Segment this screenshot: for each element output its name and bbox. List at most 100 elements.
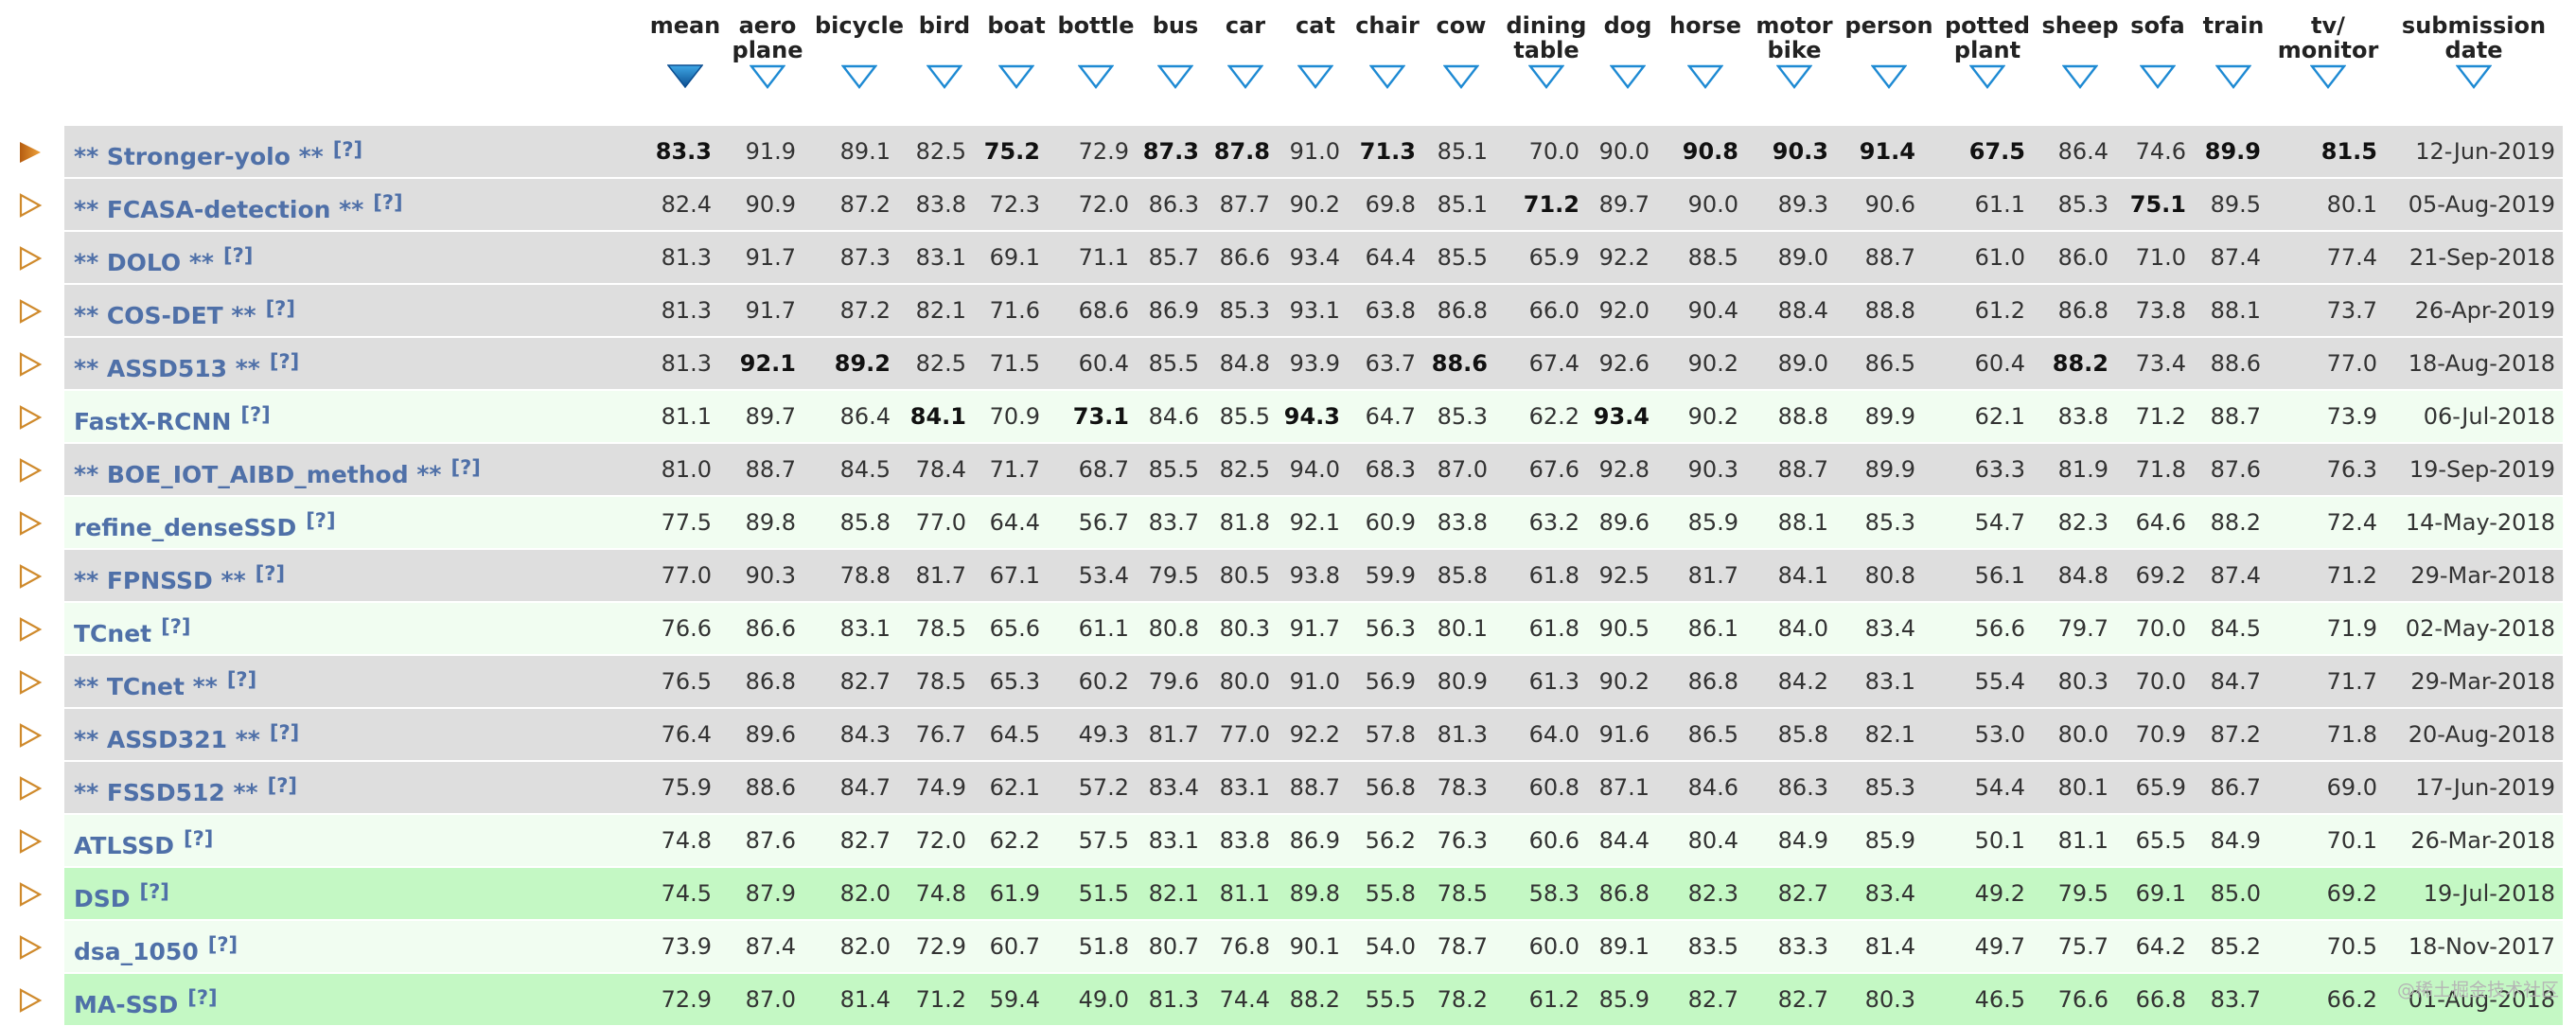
method-info-link[interactable]: [?]	[373, 191, 402, 214]
sort-arrow-icon[interactable]	[841, 64, 877, 89]
sort-arrow-icon[interactable]	[1610, 64, 1646, 89]
method-info-link[interactable]: [?]	[161, 615, 190, 638]
sort-arrow-icon[interactable]	[667, 64, 703, 89]
sort-arrow-icon[interactable]	[1871, 64, 1907, 89]
sort-arrow-icon[interactable]	[1078, 64, 1114, 89]
method-info-link[interactable]: [?]	[187, 986, 217, 1009]
method-name-link[interactable]: ** DOLO **	[74, 249, 214, 276]
expand-triangle-icon[interactable]	[17, 828, 44, 855]
score-person: 82.1	[1864, 721, 1915, 748]
submission-date-cell: 26-Mar-2018	[2410, 827, 2555, 854]
method-name-link[interactable]: dsa_1050	[74, 938, 199, 965]
method-name-link[interactable]: FastX-RCNN	[74, 408, 231, 435]
sort-arrow-icon[interactable]	[1227, 64, 1263, 89]
score-potted-plant: 67.5	[1968, 138, 2025, 165]
score-sofa: 71.8	[2135, 456, 2186, 483]
score-tv-monitor: 73.7	[2326, 297, 2377, 324]
sort-arrow-icon[interactable]	[2310, 64, 2346, 89]
score-bird: 72.9	[915, 933, 966, 960]
score-person: 83.1	[1864, 668, 1915, 695]
submission-date-cell: 18-Aug-2018	[2408, 350, 2555, 377]
method-info-link[interactable]: [?]	[306, 509, 335, 532]
sort-arrow-icon[interactable]	[1157, 64, 1193, 89]
submission-date-cell: 12-Jun-2019	[2415, 138, 2555, 165]
score-person: 85.3	[1864, 774, 1915, 801]
sort-arrow-icon[interactable]	[1776, 64, 1812, 89]
method-name-link[interactable]: ** FPNSSD **	[74, 567, 246, 594]
score-boat: 64.4	[989, 509, 1040, 536]
method-info-link[interactable]: [?]	[208, 933, 238, 956]
sort-arrow-icon[interactable]	[1297, 64, 1333, 89]
expand-triangle-icon[interactable]	[17, 616, 44, 643]
score-boat: 69.1	[989, 244, 1040, 271]
sort-arrow-icon[interactable]	[1443, 64, 1479, 89]
sort-arrow-icon[interactable]	[2140, 64, 2176, 89]
method-info-link[interactable]: [?]	[450, 456, 480, 479]
sort-arrow-icon[interactable]	[2215, 64, 2251, 89]
sort-arrow-icon[interactable]	[2062, 64, 2098, 89]
sort-arrow-icon[interactable]	[1687, 64, 1723, 89]
score-potted-plant: 54.7	[1974, 509, 2025, 536]
expand-triangle-icon[interactable]	[17, 881, 44, 908]
expand-triangle-icon[interactable]	[17, 775, 44, 802]
score-bird: 72.0	[915, 827, 966, 854]
sort-arrow-icon[interactable]	[926, 64, 962, 89]
method-name-link[interactable]: ** Stronger-yolo **	[74, 143, 324, 170]
sort-arrow-icon[interactable]	[1528, 64, 1564, 89]
method-info-link[interactable]: [?]	[240, 403, 270, 426]
method-name-link[interactable]: ** FCASA-detection **	[74, 196, 363, 223]
table-row: ** FPNSSD ** [?] 77.0 90.3 78.8 81.7 67.1 53.4 7…	[0, 550, 2576, 601]
method-name-link[interactable]: ATLSSD	[74, 832, 174, 859]
method-name-link[interactable]: ** FSSD512 **	[74, 779, 258, 806]
method-name-link[interactable]: TCnet	[74, 620, 151, 647]
expand-triangle-icon[interactable]	[17, 245, 44, 272]
method-name-link[interactable]: ** TCnet **	[74, 673, 218, 700]
method-cell: MA-SSD [?]	[74, 986, 218, 1018]
score-motorbike: 84.9	[1777, 827, 1828, 854]
expand-triangle-icon[interactable]	[17, 722, 44, 749]
expand-triangle-icon[interactable]	[17, 563, 44, 590]
method-name-link[interactable]: DSD	[74, 885, 131, 912]
sort-arrow-icon[interactable]	[750, 64, 785, 89]
score-bird: 83.1	[915, 244, 966, 271]
score-horse: 90.0	[1687, 191, 1738, 218]
score-cow: 85.1	[1437, 138, 1488, 165]
method-name-link[interactable]: ** ASSD321 **	[74, 726, 260, 753]
expand-triangle-icon[interactable]	[17, 987, 44, 1014]
score-sofa: 65.9	[2135, 774, 2186, 801]
method-info-link[interactable]: [?]	[256, 562, 285, 585]
method-info-link[interactable]: [?]	[333, 138, 362, 161]
method-name-link[interactable]: ** BOE_IOT_AIBD_method **	[74, 461, 441, 488]
method-info-link[interactable]: [?]	[268, 774, 297, 797]
expand-triangle-filled-icon[interactable]	[17, 139, 44, 166]
sort-arrow-icon[interactable]	[2456, 64, 2492, 89]
expand-triangle-icon[interactable]	[17, 669, 44, 696]
method-info-link[interactable]: [?]	[227, 668, 256, 691]
method-name-link[interactable]: MA-SSD	[74, 991, 178, 1018]
sort-arrow-icon[interactable]	[998, 64, 1034, 89]
expand-triangle-icon[interactable]	[17, 510, 44, 537]
sort-arrow-icon[interactable]	[1369, 64, 1405, 89]
method-info-link[interactable]: [?]	[266, 297, 295, 320]
score-car: 85.5	[1219, 403, 1270, 430]
expand-triangle-icon[interactable]	[17, 192, 44, 219]
score-dog: 92.6	[1598, 350, 1650, 377]
expand-triangle-icon[interactable]	[17, 298, 44, 325]
score-dining-table: 58.3	[1528, 880, 1579, 907]
expand-triangle-icon[interactable]	[17, 457, 44, 484]
method-name-link[interactable]: ** COS-DET **	[74, 302, 256, 329]
method-info-link[interactable]: [?]	[184, 827, 213, 850]
expand-triangle-icon[interactable]	[17, 404, 44, 431]
method-name-link[interactable]: refine_denseSSD	[74, 514, 296, 541]
expand-triangle-icon[interactable]	[17, 934, 44, 961]
method-info-link[interactable]: [?]	[270, 721, 299, 744]
method-info-link[interactable]: [?]	[223, 244, 253, 267]
expand-triangle-icon[interactable]	[17, 351, 44, 378]
method-info-link[interactable]: [?]	[140, 880, 169, 903]
score-bird: 81.7	[915, 562, 966, 589]
method-info-link[interactable]: [?]	[270, 350, 299, 373]
method-name-link[interactable]: ** ASSD513 **	[74, 355, 260, 382]
score-cow: 85.3	[1437, 403, 1488, 430]
score-dog: 92.0	[1598, 297, 1650, 324]
sort-arrow-icon[interactable]	[1969, 64, 2005, 89]
